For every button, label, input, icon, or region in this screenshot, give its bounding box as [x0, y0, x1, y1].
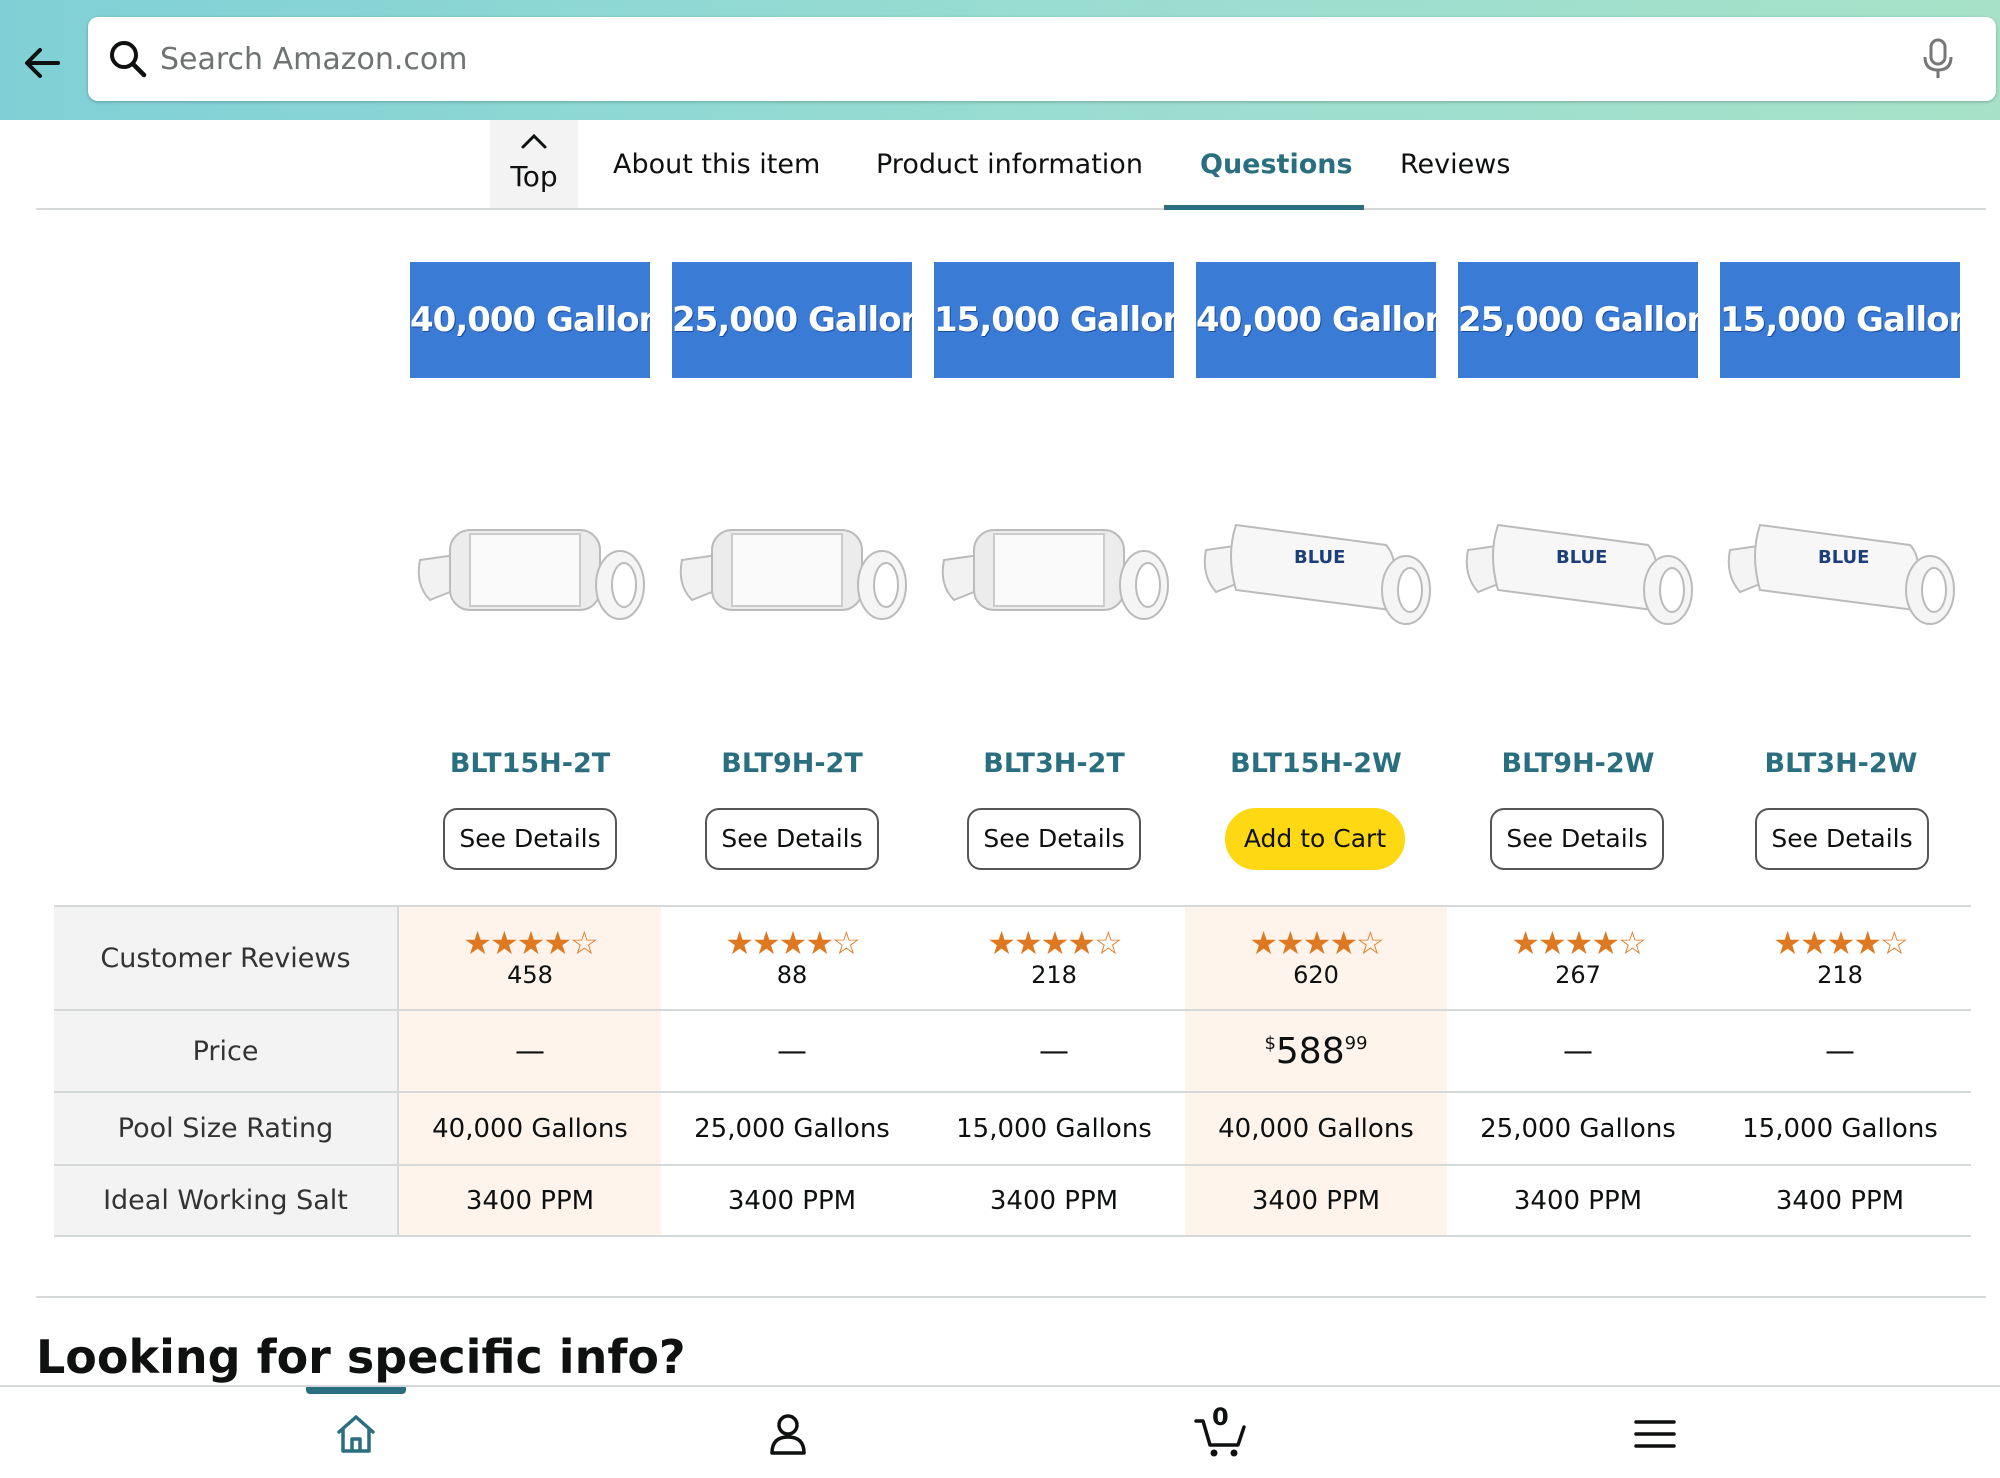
table-row-pool-size: Pool Size Rating 40,000 Gallons 25,000 G…: [54, 1091, 1971, 1164]
active-nav-indicator: [306, 1387, 406, 1394]
pool-size-cell: 25,000 Gallons: [1480, 1113, 1676, 1144]
review-count: 267: [1555, 961, 1601, 989]
row-label: Ideal Working Salt: [54, 1166, 399, 1235]
tab-questions[interactable]: Questions: [1200, 120, 1353, 210]
salt-cell: 3400 PPM: [1775, 1185, 1905, 1216]
bottom-navigation: 0: [0, 1385, 2000, 1478]
search-input[interactable]: [160, 17, 1880, 101]
active-tab-indicator: [1164, 205, 1364, 210]
tab-top[interactable]: Top: [490, 120, 578, 208]
price-cell: —: [399, 1011, 661, 1091]
section-divider: [36, 1296, 1986, 1298]
search-bar[interactable]: [88, 17, 1996, 101]
tab-top-label: Top: [510, 160, 558, 193]
top-bar: [0, 0, 2000, 120]
cart-count: 0: [1212, 1403, 1229, 1431]
rating-cell[interactable]: ★★★★☆ 458: [399, 907, 661, 1009]
blueworks-logo: BLUE: [1556, 547, 1607, 568]
menu-icon[interactable]: [1630, 1409, 1680, 1459]
product-model-link[interactable]: BLT15H-2T: [400, 748, 660, 779]
gallon-banner[interactable]: 40,000 Gallons: [410, 262, 650, 378]
tab-product-information[interactable]: Product information: [876, 120, 1143, 210]
rating-cell[interactable]: ★★★★☆ 218: [923, 907, 1185, 1009]
see-details-button[interactable]: See Details: [967, 808, 1141, 870]
salt-cell: 3400 PPM: [727, 1185, 857, 1216]
rating-cell[interactable]: ★★★★☆ 267: [1447, 907, 1709, 1009]
gallon-banner[interactable]: 25,000 Gallons: [1458, 262, 1698, 378]
price-cell: —: [1825, 1033, 1855, 1069]
product-model-link[interactable]: BLT9H-2T: [662, 748, 922, 779]
see-details-button[interactable]: See Details: [1755, 808, 1929, 870]
tab-reviews[interactable]: Reviews: [1400, 120, 1510, 210]
price-value: $58899: [1264, 1030, 1368, 1072]
search-icon: [110, 41, 147, 78]
cart-nav-button[interactable]: 0: [1193, 1403, 1249, 1459]
pool-size-cell: 15,000 Gallons: [956, 1113, 1152, 1144]
blueworks-logo: BLUE: [1294, 547, 1345, 568]
pool-size-cell: 25,000 Gallons: [694, 1113, 890, 1144]
star-rating-icon: ★★★★☆: [463, 924, 598, 962]
product-model-link[interactable]: BLT3H-2W: [1711, 748, 1971, 779]
see-details-button[interactable]: See Details: [705, 808, 879, 870]
product-image-white-salt-cell[interactable]: BLUE: [1458, 500, 1698, 640]
review-count: 218: [1817, 961, 1863, 989]
add-to-cart-button[interactable]: Add to Cart: [1225, 808, 1405, 870]
star-rating-icon: ★★★★☆: [1511, 924, 1646, 962]
table-row-price: Price — — — $58899 — —: [54, 1009, 1971, 1091]
chevron-up-icon: [521, 133, 547, 149]
account-icon[interactable]: [763, 1409, 813, 1459]
gallon-banner[interactable]: 15,000 Gallons: [1720, 262, 1960, 378]
product-model-link[interactable]: BLT15H-2W: [1186, 748, 1446, 779]
product-image-white-salt-cell[interactable]: BLUE: [1720, 500, 1960, 640]
home-icon[interactable]: [331, 1409, 381, 1459]
see-details-button[interactable]: See Details: [1490, 808, 1664, 870]
star-rating-icon: ★★★★☆: [1773, 924, 1908, 962]
price-cell: —: [1563, 1033, 1593, 1069]
gallon-banner[interactable]: 40,000 Gallons: [1196, 262, 1436, 378]
salt-cell: 3400 PPM: [399, 1166, 661, 1235]
star-rating-icon: ★★★★☆: [725, 924, 860, 962]
product-image-white-salt-cell[interactable]: BLUE: [1196, 500, 1436, 640]
review-count: 218: [1031, 961, 1077, 989]
review-count: 88: [776, 961, 808, 989]
product-image-clear-salt-cell[interactable]: [410, 500, 650, 640]
row-label: Customer Reviews: [54, 907, 399, 1009]
section-heading: Looking for specific info?: [36, 1330, 686, 1384]
salt-cell: 3400 PPM: [1513, 1185, 1643, 1216]
star-rating-icon: ★★★★☆: [1249, 924, 1384, 962]
row-label: Price: [54, 1011, 399, 1091]
salt-cell: 3400 PPM: [1185, 1166, 1447, 1235]
product-image-clear-salt-cell[interactable]: [672, 500, 912, 640]
review-count: 620: [1293, 961, 1339, 989]
rating-cell[interactable]: ★★★★☆ 620: [1185, 907, 1447, 1009]
review-count: 458: [507, 961, 553, 989]
price-cell: —: [777, 1033, 807, 1069]
star-rating-icon: ★★★★☆: [987, 924, 1122, 962]
rating-cell[interactable]: ★★★★☆ 218: [1709, 907, 1971, 1009]
product-model-link[interactable]: BLT3H-2T: [924, 748, 1184, 779]
price-cell: —: [1039, 1033, 1069, 1069]
rating-cell[interactable]: ★★★★☆ 88: [661, 907, 923, 1009]
product-model-link[interactable]: BLT9H-2W: [1448, 748, 1708, 779]
back-arrow-icon[interactable]: [18, 38, 68, 88]
product-image-clear-salt-cell[interactable]: [934, 500, 1174, 640]
see-details-button[interactable]: See Details: [443, 808, 617, 870]
table-row-working-salt: Ideal Working Salt 3400 PPM 3400 PPM 340…: [54, 1164, 1971, 1237]
table-row-customer-reviews: Customer Reviews ★★★★☆ 458 ★★★★☆ 88 ★★★★…: [54, 905, 1971, 1009]
pool-size-cell: 40,000 Gallons: [1185, 1093, 1447, 1164]
pool-size-cell: 15,000 Gallons: [1742, 1113, 1938, 1144]
gallon-banner[interactable]: 25,000 Gallons: [672, 262, 912, 378]
salt-cell: 3400 PPM: [989, 1185, 1119, 1216]
gallon-banner[interactable]: 15,000 Gallons: [934, 262, 1174, 378]
blueworks-logo: BLUE: [1818, 547, 1869, 568]
price-cell: $58899: [1185, 1011, 1447, 1091]
row-label: Pool Size Rating: [54, 1093, 399, 1164]
pool-size-cell: 40,000 Gallons: [399, 1093, 661, 1164]
section-tabs: Top About this item Product information …: [36, 120, 1986, 210]
microphone-icon[interactable]: [1916, 37, 1960, 81]
tab-about-this-item[interactable]: About this item: [613, 120, 820, 210]
